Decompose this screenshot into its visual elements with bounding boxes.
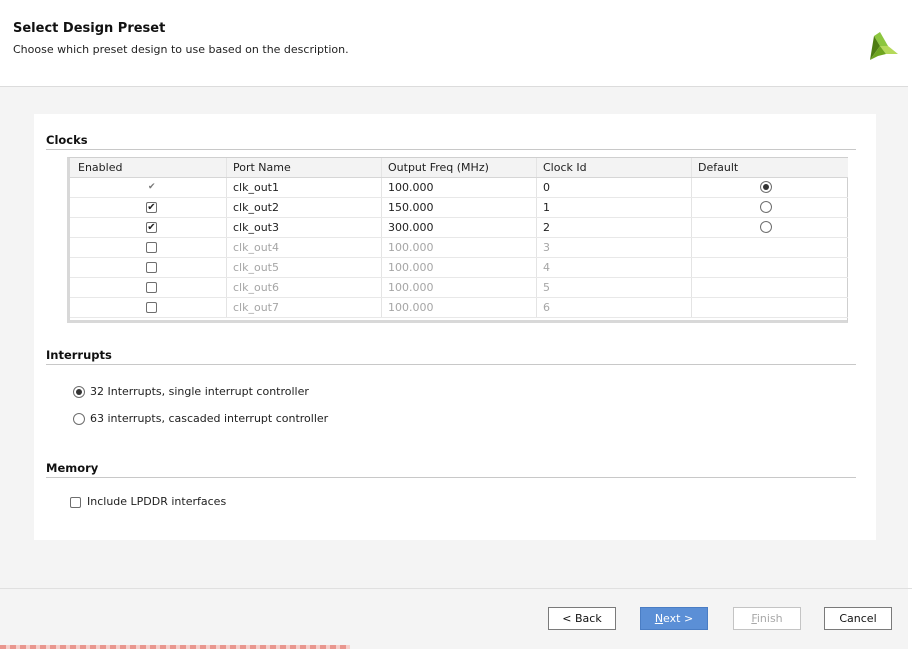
interrupt-32-radio[interactable] [73,386,85,398]
clock-id-cell: 5 [543,281,550,294]
table-row: ✔ clk_out3 300.000 2 [70,218,848,238]
output-freq-cell: 100.000 [388,261,434,274]
interrupt-63-label[interactable]: 63 interrupts, cascaded interrupt contro… [90,412,328,425]
clocks-table: Enabled Port Name Output Freq (MHz) Cloc… [67,157,848,323]
page-title: Select Design Preset [13,21,166,36]
output-freq-cell: 300.000 [388,221,434,234]
output-freq-cell: 100.000 [388,281,434,294]
default-radio[interactable] [760,181,772,193]
output-freq-cell: 100.000 [388,181,434,194]
column-header-default[interactable]: Default [698,158,738,177]
finish-rest: inish [756,612,783,625]
dialog-header: Select Design Preset Choose which preset… [0,0,912,87]
default-radio[interactable] [760,201,772,213]
interrupt-32-label[interactable]: 32 Interrupts, single interrupt controll… [90,385,309,398]
page-subtitle: Choose which preset design to use based … [13,43,349,56]
output-freq-cell: 100.000 [388,301,434,314]
back-button[interactable]: < Back [548,607,616,630]
interrupt-63-radio[interactable] [73,413,85,425]
port-name-cell: clk_out7 [233,301,279,314]
interrupts-section-title: Interrupts [46,348,112,362]
window-edge [908,0,912,649]
output-freq-cell: 150.000 [388,201,434,214]
next-rest: ext > [663,612,694,625]
clock-id-cell: 3 [543,241,550,254]
port-name-cell: clk_out4 [233,241,279,254]
clock-id-cell: 1 [543,201,550,214]
column-header-output-freq[interactable]: Output Freq (MHz) [388,158,489,177]
include-lpddr-label[interactable]: Include LPDDR interfaces [87,495,226,508]
port-name-cell: clk_out1 [233,181,279,194]
default-radio[interactable] [760,221,772,233]
column-header-port-name[interactable]: Port Name [233,158,291,177]
logo-icon [870,32,898,60]
clock-id-cell: 2 [543,221,550,234]
table-row: ✔ clk_out1 100.000 0 [70,178,848,198]
port-name-cell: clk_out3 [233,221,279,234]
output-freq-cell: 100.000 [388,241,434,254]
column-header-clock-id[interactable]: Clock Id [543,158,587,177]
cancel-button[interactable]: Cancel [824,607,892,630]
table-header-row: Enabled Port Name Output Freq (MHz) Cloc… [70,158,848,178]
enabled-checkbox[interactable] [146,302,157,313]
memory-section-title: Memory [46,461,99,475]
enabled-checkbox[interactable]: ✔ [146,222,157,233]
checkmark-icon: ✔ [148,182,156,192]
status-strip [0,645,350,649]
interrupts-divider [46,364,856,365]
table-row: clk_out4 100.000 3 [70,238,848,258]
footer-divider [0,588,912,589]
enabled-checkbox[interactable] [146,282,157,293]
finish-button[interactable]: Finish [733,607,801,630]
memory-divider [46,477,856,478]
enabled-checkbox[interactable] [146,262,157,273]
table-row: clk_out5 100.000 4 [70,258,848,278]
include-lpddr-checkbox[interactable] [70,497,81,508]
port-name-cell: clk_out2 [233,201,279,214]
clock-id-cell: 6 [543,301,550,314]
port-name-cell: clk_out5 [233,261,279,274]
next-button[interactable]: Next > [640,607,708,630]
table-row: clk_out6 100.000 5 [70,278,848,298]
clock-id-cell: 4 [543,261,550,274]
content-panel: Clocks Enabled Port Name Output Freq (MH… [34,114,876,540]
clock-id-cell: 0 [543,181,550,194]
clocks-section-title: Clocks [46,133,88,147]
enabled-checkbox[interactable]: ✔ [146,202,157,213]
column-header-enabled[interactable]: Enabled [78,158,122,177]
table-row: clk_out7 100.000 6 [70,298,848,318]
clocks-divider [46,149,856,150]
port-name-cell: clk_out6 [233,281,279,294]
enabled-checkbox[interactable] [146,242,157,253]
next-mnemonic: N [654,612,664,625]
table-row: ✔ clk_out2 150.000 1 [70,198,848,218]
